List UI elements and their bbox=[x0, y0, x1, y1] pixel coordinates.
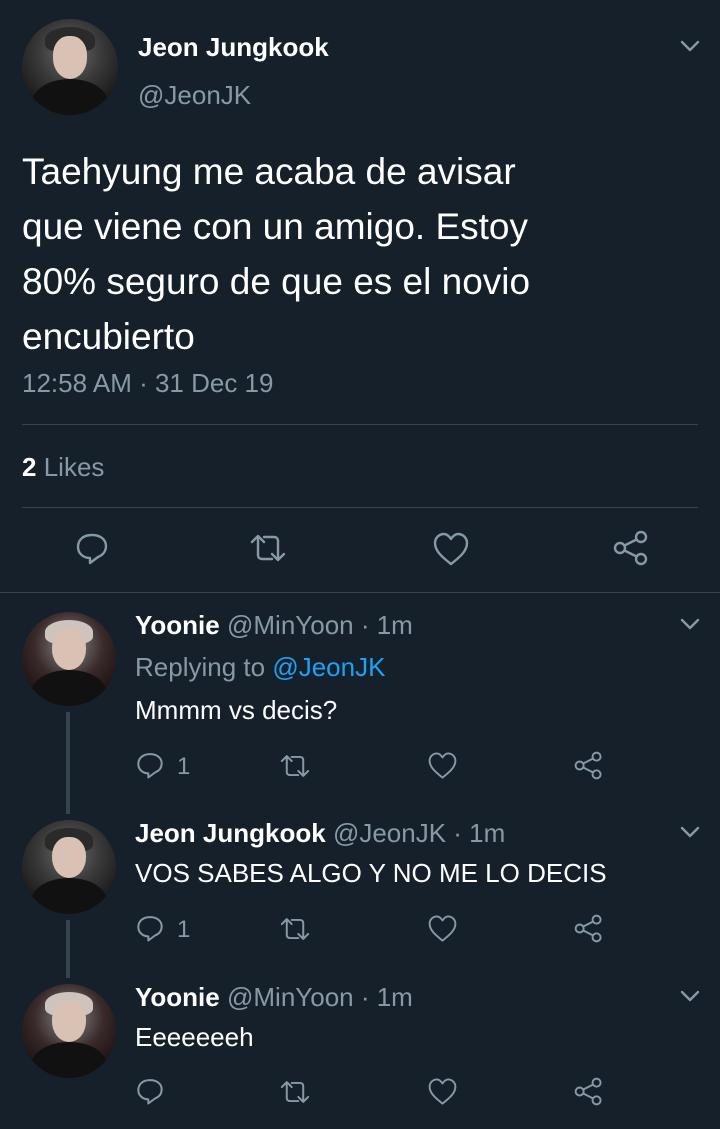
reply-count: 1 bbox=[177, 753, 191, 780]
tweet-text-line: 80% seguro de que es el novio bbox=[22, 261, 531, 302]
replying-to: Replying to @JeonJK bbox=[135, 652, 385, 683]
tweet-text-line: que viene con un amigo. Estoy bbox=[22, 206, 528, 247]
share-icon[interactable] bbox=[573, 914, 604, 943]
retweet-icon[interactable] bbox=[278, 1078, 312, 1106]
reply-icon[interactable] bbox=[135, 913, 165, 943]
share-icon[interactable] bbox=[612, 530, 650, 566]
likes-label: Likes bbox=[43, 452, 105, 482]
reply-icon[interactable] bbox=[74, 530, 110, 566]
avatar[interactable] bbox=[22, 820, 116, 914]
avatar[interactable] bbox=[22, 612, 116, 706]
tweet-text: Taehyung me acaba de avisar que viene co… bbox=[22, 144, 530, 364]
author-handle[interactable]: @JeonJK bbox=[138, 80, 251, 111]
tweet-timestamp[interactable]: 12:58 AM · 31 Dec 19 bbox=[22, 368, 273, 399]
like-icon[interactable] bbox=[427, 914, 458, 943]
reply-author-meta: @JeonJK · 1m bbox=[332, 818, 506, 848]
reply-text: VOS SABES ALGO Y NO ME LO DECIS bbox=[135, 858, 607, 888]
share-icon[interactable] bbox=[573, 751, 604, 780]
like-icon[interactable] bbox=[427, 1077, 458, 1106]
chevron-down-icon[interactable] bbox=[676, 614, 704, 634]
divider bbox=[22, 424, 698, 425]
reply-header[interactable]: Yoonie @MinYoon · 1m bbox=[135, 610, 413, 641]
share-icon[interactable] bbox=[573, 1077, 604, 1106]
reply-header[interactable]: Yoonie @MinYoon · 1m bbox=[135, 982, 413, 1013]
retweet-icon[interactable] bbox=[278, 915, 312, 943]
chevron-down-icon[interactable] bbox=[676, 36, 704, 56]
likes-count: 2 bbox=[22, 452, 37, 482]
like-icon[interactable] bbox=[427, 751, 458, 780]
retweet-icon[interactable] bbox=[278, 752, 312, 780]
like-icon[interactable] bbox=[432, 531, 470, 567]
reply-icon[interactable] bbox=[135, 1076, 165, 1106]
retweet-icon[interactable] bbox=[248, 531, 288, 565]
thread-line bbox=[66, 712, 70, 814]
reply-text: Eeeeeeeh bbox=[135, 1022, 254, 1052]
reply-author-name: Yoonie bbox=[135, 982, 220, 1012]
tweet-text-line: encubierto bbox=[22, 316, 195, 357]
reply-author-name: Yoonie bbox=[135, 610, 220, 640]
avatar[interactable] bbox=[22, 984, 116, 1078]
likes-summary[interactable]: 2 Likes bbox=[22, 452, 104, 483]
chevron-down-icon[interactable] bbox=[676, 822, 704, 842]
reply-text: Mmmm vs decis? bbox=[135, 695, 338, 725]
reply-header[interactable]: Jeon Jungkook @JeonJK · 1m bbox=[135, 818, 505, 849]
reply-count: 1 bbox=[177, 916, 191, 943]
avatar[interactable] bbox=[22, 19, 118, 115]
divider bbox=[22, 507, 698, 508]
reply-author-name: Jeon Jungkook bbox=[135, 818, 326, 848]
tweet-text-line: Taehyung me acaba de avisar bbox=[22, 151, 516, 192]
reply-author-meta: @MinYoon · 1m bbox=[226, 610, 413, 640]
reply-author-meta: @MinYoon · 1m bbox=[226, 982, 413, 1012]
thread-line bbox=[66, 920, 70, 978]
chevron-down-icon[interactable] bbox=[676, 986, 704, 1006]
replying-to-label: Replying to bbox=[135, 652, 266, 682]
divider bbox=[0, 592, 720, 593]
replying-to-handle[interactable]: @JeonJK bbox=[272, 652, 385, 682]
author-name[interactable]: Jeon Jungkook bbox=[138, 32, 329, 63]
reply-icon[interactable] bbox=[135, 750, 165, 780]
